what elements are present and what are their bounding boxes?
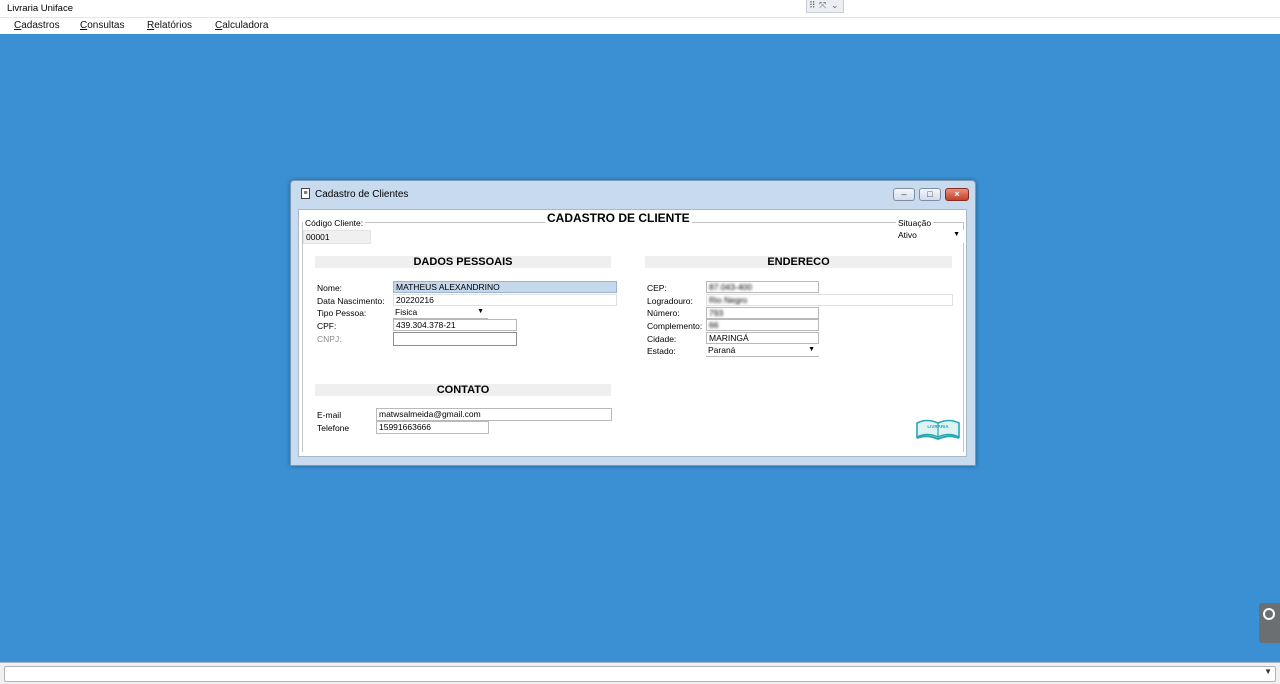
cidade-label: Cidade: (647, 334, 677, 344)
endereco-heading: ENDERECO (645, 256, 952, 268)
cep-value: 87.043-400 (709, 282, 753, 292)
estado-value: Paraná (708, 345, 736, 355)
chevron-down-icon[interactable]: ⌄ (831, 0, 839, 11)
cep-label: CEP: (647, 283, 667, 293)
menu-consultas[interactable]: Consultas (80, 20, 124, 31)
remote-support-tab[interactable] (1259, 603, 1280, 643)
tipo-pessoa-value: Fisica (395, 307, 418, 317)
remote-support-icon (1263, 608, 1275, 620)
maximize-button[interactable]: □ (919, 188, 941, 201)
form-client-area: CADASTRO DE CLIENTE Código Cliente: 0000… (298, 209, 967, 457)
tipo-pessoa-label: Tipo Pessoa: (317, 308, 367, 318)
cpf-label: CPF: (317, 321, 337, 331)
logradouro-field[interactable]: Rio Negro (706, 294, 953, 306)
dropdown-arrow-icon: ▼ (953, 231, 960, 238)
menu-relatorios[interactable]: Relatórios (147, 20, 192, 31)
logradouro-value: Rio Negro (709, 295, 748, 305)
cpf-field[interactable]: 439.304.378-21 (393, 319, 517, 331)
app-title: Livraria Uniface (7, 3, 73, 14)
document-icon: ≡ (301, 188, 310, 199)
titlebar-controls[interactable]: ⠿ ⤧ ⌄ (806, 0, 844, 13)
dropdown-arrow-icon: ▼ (477, 308, 484, 315)
nome-label: Nome: (317, 283, 343, 293)
codigo-field[interactable]: 00001 (303, 230, 371, 244)
menu-bar: Cadastros Consultas Relatórios Calculado… (0, 18, 1280, 34)
codigo-label: Código Cliente: (303, 218, 366, 228)
data-nascimento-label: Data Nascimento: (317, 296, 385, 306)
nome-field[interactable]: MATHEUS ALEXANDRINO (393, 281, 617, 293)
dados-pessoais-heading: DADOS PESSOAIS (315, 256, 611, 268)
app-titlebar: Livraria Uniface ⠿ ⤧ ⌄ (0, 0, 1280, 18)
cnpj-field[interactable] (393, 332, 517, 346)
email-label: E-mail (317, 410, 342, 420)
complemento-label: Complemento: (647, 321, 703, 331)
numero-label: Número: (647, 308, 680, 318)
email-field[interactable]: matwsalmeida@gmail.com (376, 408, 612, 421)
logradouro-label: Logradouro: (647, 296, 693, 306)
logo-text: LIVRARIA (927, 424, 949, 429)
menu-calculadora[interactable]: Calculadora (215, 20, 268, 31)
situacao-select[interactable]: Ativo ▼ (896, 230, 964, 243)
telefone-label: Telefone (317, 423, 350, 433)
complemento-value: 66 (709, 320, 719, 330)
grid-icon[interactable]: ⠿ (809, 0, 816, 11)
estado-label: Estado: (647, 346, 676, 356)
close-button[interactable]: × (945, 188, 969, 201)
livraria-book-logo: LIVRARIA (916, 419, 960, 440)
cep-field[interactable]: 87.043-400 (706, 281, 819, 293)
window-title: Cadastro de Clientes (315, 189, 409, 200)
cnpj-label: CNPJ: (317, 334, 342, 344)
complemento-field[interactable]: 66 (706, 319, 819, 331)
status-bar: ▼ (0, 662, 1280, 684)
status-combo[interactable]: ▼ (4, 666, 1276, 682)
cadastro-clientes-window: ≡ Cadastro de Clientes – □ × CADASTRO DE… (290, 180, 976, 466)
numero-field[interactable]: 793 (706, 307, 819, 319)
contato-heading: CONTATO (315, 384, 611, 396)
form-title: CADASTRO DE CLIENTE (545, 211, 692, 225)
situacao-label: Situação (896, 218, 934, 228)
menu-cadastros[interactable]: Cadastros (14, 20, 60, 31)
estado-select[interactable]: Paraná ▼ (706, 345, 819, 357)
restore-icon[interactable]: ⤧ (819, 0, 826, 11)
minimize-button[interactable]: – (893, 188, 915, 201)
data-nascimento-field[interactable]: 20220216 (393, 294, 617, 306)
numero-value: 793 (709, 308, 724, 318)
telefone-field[interactable]: 15991663666 (376, 421, 489, 434)
dropdown-arrow-icon: ▼ (1264, 667, 1272, 676)
dropdown-arrow-icon: ▼ (808, 346, 815, 353)
cidade-field[interactable]: MARINGÁ (706, 332, 819, 344)
window-titlebar: ≡ Cadastro de Clientes – □ × (291, 181, 975, 207)
situacao-value: Ativo (898, 230, 917, 240)
tipo-pessoa-select[interactable]: Fisica ▼ (393, 307, 488, 319)
